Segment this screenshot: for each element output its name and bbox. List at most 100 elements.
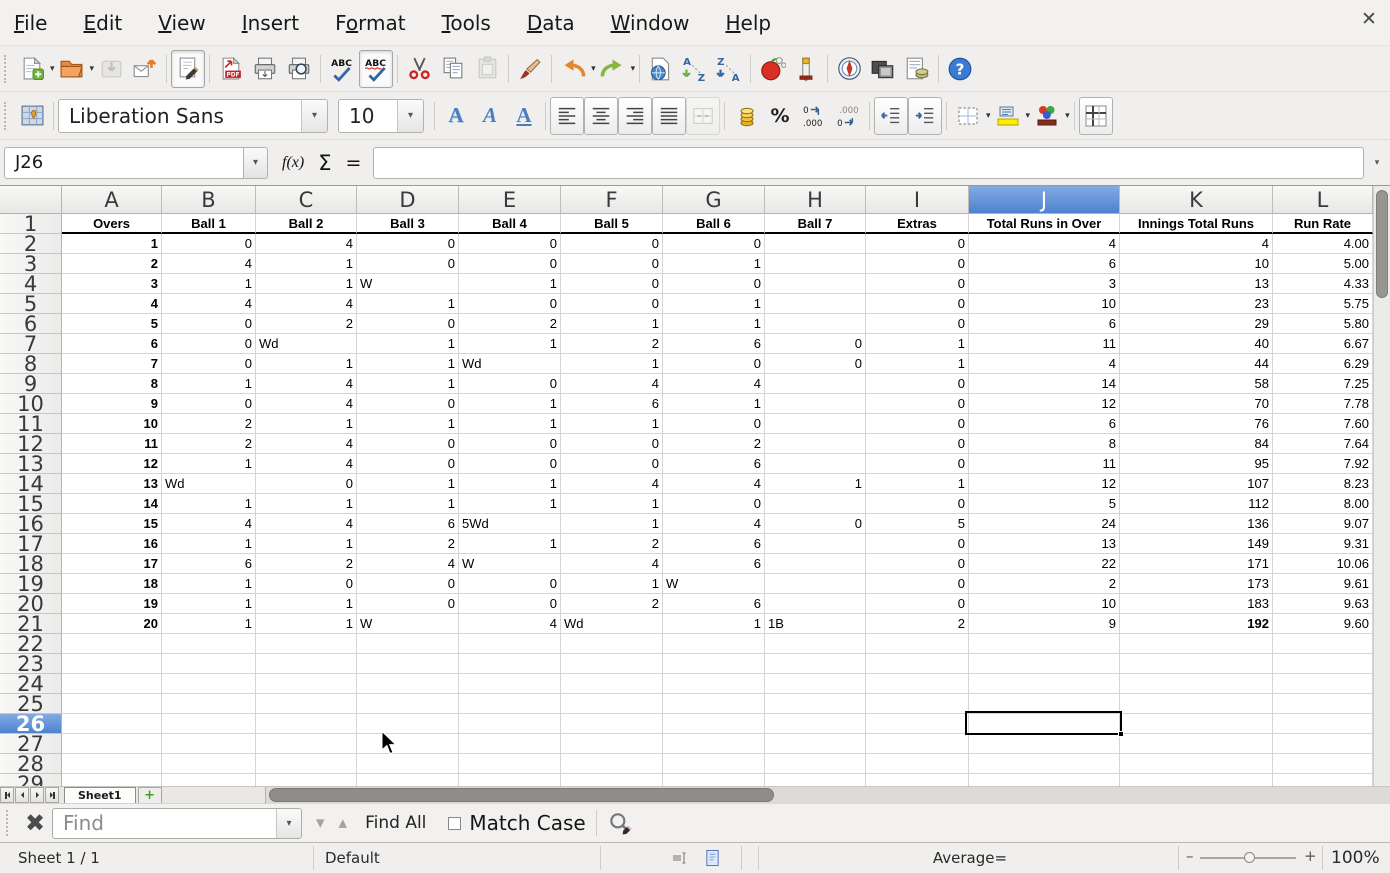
cell-D8[interactable]: 1 <box>357 354 459 374</box>
select-all-corner[interactable] <box>0 186 62 214</box>
name-box[interactable]: J26 <box>4 147 244 179</box>
row-header-16[interactable]: 16 <box>0 514 62 534</box>
increase-indent-button[interactable] <box>908 97 942 135</box>
cell-G1[interactable]: Ball 6 <box>663 214 765 234</box>
cell-B16[interactable]: 4 <box>162 514 256 534</box>
row-header-19[interactable]: 19 <box>0 574 62 594</box>
cell-A26[interactable] <box>62 714 162 734</box>
column-header-B[interactable]: B <box>162 186 256 214</box>
cell-H1[interactable]: Ball 7 <box>765 214 866 234</box>
row-header-1[interactable]: 1 <box>0 214 62 234</box>
cell-J7[interactable]: 11 <box>969 334 1120 354</box>
cell-I10[interactable]: 0 <box>866 394 969 414</box>
cell-B5[interactable]: 4 <box>162 294 256 314</box>
cell-A7[interactable]: 6 <box>62 334 162 354</box>
cell-A10[interactable]: 9 <box>62 394 162 414</box>
cell-H11[interactable] <box>765 414 866 434</box>
cell-K16[interactable]: 136 <box>1120 514 1273 534</box>
cell-G24[interactable] <box>663 674 765 694</box>
row-header-27[interactable]: 27 <box>0 734 62 754</box>
font-size-combo[interactable]: 10 ▾ <box>338 99 424 133</box>
row-header-10[interactable]: 10 <box>0 394 62 414</box>
cell-F21[interactable]: Wd <box>561 614 663 634</box>
cell-E5[interactable]: 0 <box>459 294 561 314</box>
zoom-slider-thumb[interactable] <box>1244 852 1255 863</box>
cell-B26[interactable] <box>162 714 256 734</box>
cell-H25[interactable] <box>765 694 866 714</box>
cell-K15[interactable]: 112 <box>1120 494 1273 514</box>
cell-A16[interactable]: 15 <box>62 514 162 534</box>
find-previous-icon[interactable]: ▴ <box>339 813 348 833</box>
cell-B8[interactable]: 0 <box>162 354 256 374</box>
cell-I20[interactable]: 0 <box>866 594 969 614</box>
cell-F8[interactable]: 1 <box>561 354 663 374</box>
cell-E20[interactable]: 0 <box>459 594 561 614</box>
row-header-28[interactable]: 28 <box>0 754 62 774</box>
cell-E16[interactable]: 5Wd <box>459 514 561 534</box>
cell-J5[interactable]: 10 <box>969 294 1120 314</box>
cell-I21[interactable]: 2 <box>866 614 969 634</box>
font-color-button[interactable] <box>1030 97 1064 135</box>
cell-K20[interactable]: 183 <box>1120 594 1273 614</box>
cell-L23[interactable] <box>1273 654 1373 674</box>
cell-K13[interactable]: 95 <box>1120 454 1273 474</box>
cell-J8[interactable]: 4 <box>969 354 1120 374</box>
find-next-icon[interactable]: ▾ <box>316 813 325 833</box>
cell-L7[interactable]: 6.67 <box>1273 334 1373 354</box>
cell-E18[interactable]: W <box>459 554 561 574</box>
cell-F3[interactable]: 0 <box>561 254 663 274</box>
menu-window[interactable]: Window <box>611 11 690 35</box>
page-style[interactable]: Default <box>325 843 380 873</box>
cell-J18[interactable]: 22 <box>969 554 1120 574</box>
align-justify-button[interactable] <box>652 97 686 135</box>
cell-D27[interactable] <box>357 734 459 754</box>
cell-H12[interactable] <box>765 434 866 454</box>
horizontal-scrollbar-thumb[interactable] <box>269 788 774 802</box>
row-header-22[interactable]: 22 <box>0 634 62 654</box>
cell-B9[interactable]: 1 <box>162 374 256 394</box>
column-header-G[interactable]: G <box>663 186 765 214</box>
cell-F2[interactable]: 0 <box>561 234 663 254</box>
help-button[interactable]: ? <box>943 50 977 88</box>
formula-input-line[interactable] <box>373 147 1364 179</box>
cell-D19[interactable]: 0 <box>357 574 459 594</box>
cell-I1[interactable]: Extras <box>866 214 969 234</box>
cell-J1[interactable]: Total Runs in Over <box>969 214 1120 234</box>
row-header-11[interactable]: 11 <box>0 414 62 434</box>
cell-B6[interactable]: 0 <box>162 314 256 334</box>
cell-K1[interactable]: Innings Total Runs <box>1120 214 1273 234</box>
cell-F19[interactable]: 1 <box>561 574 663 594</box>
cell-K6[interactable]: 29 <box>1120 314 1273 334</box>
cell-C5[interactable]: 4 <box>256 294 357 314</box>
cell-H26[interactable] <box>765 714 866 734</box>
copy-button[interactable] <box>436 50 470 88</box>
delete-decimal-button[interactable]: .0000 <box>831 97 865 135</box>
cell-L27[interactable] <box>1273 734 1373 754</box>
cell-C20[interactable]: 1 <box>256 594 357 614</box>
cell-B13[interactable]: 1 <box>162 454 256 474</box>
find-input-dropdown[interactable]: ▾ <box>276 809 301 838</box>
print-preview-button[interactable] <box>282 50 316 88</box>
cell-I16[interactable]: 5 <box>866 514 969 534</box>
cell-B10[interactable]: 0 <box>162 394 256 414</box>
open-button[interactable] <box>55 50 89 88</box>
cell-G14[interactable]: 4 <box>663 474 765 494</box>
cell-A3[interactable]: 2 <box>62 254 162 274</box>
find-and-replace-icon[interactable] <box>607 810 633 836</box>
cell-B1[interactable]: Ball 1 <box>162 214 256 234</box>
cell-B12[interactable]: 2 <box>162 434 256 454</box>
cell-G16[interactable]: 4 <box>663 514 765 534</box>
cell-G23[interactable] <box>663 654 765 674</box>
cell-K26[interactable] <box>1120 714 1273 734</box>
cell-J14[interactable]: 12 <box>969 474 1120 494</box>
cell-L4[interactable]: 4.33 <box>1273 274 1373 294</box>
row-header-13[interactable]: 13 <box>0 454 62 474</box>
cell-K7[interactable]: 40 <box>1120 334 1273 354</box>
cell-D3[interactable]: 0 <box>357 254 459 274</box>
column-header-E[interactable]: E <box>459 186 561 214</box>
cell-D17[interactable]: 2 <box>357 534 459 554</box>
cell-J3[interactable]: 6 <box>969 254 1120 274</box>
cell-F5[interactable]: 0 <box>561 294 663 314</box>
cell-C12[interactable]: 4 <box>256 434 357 454</box>
vertical-scrollbar[interactable] <box>1373 186 1390 787</box>
